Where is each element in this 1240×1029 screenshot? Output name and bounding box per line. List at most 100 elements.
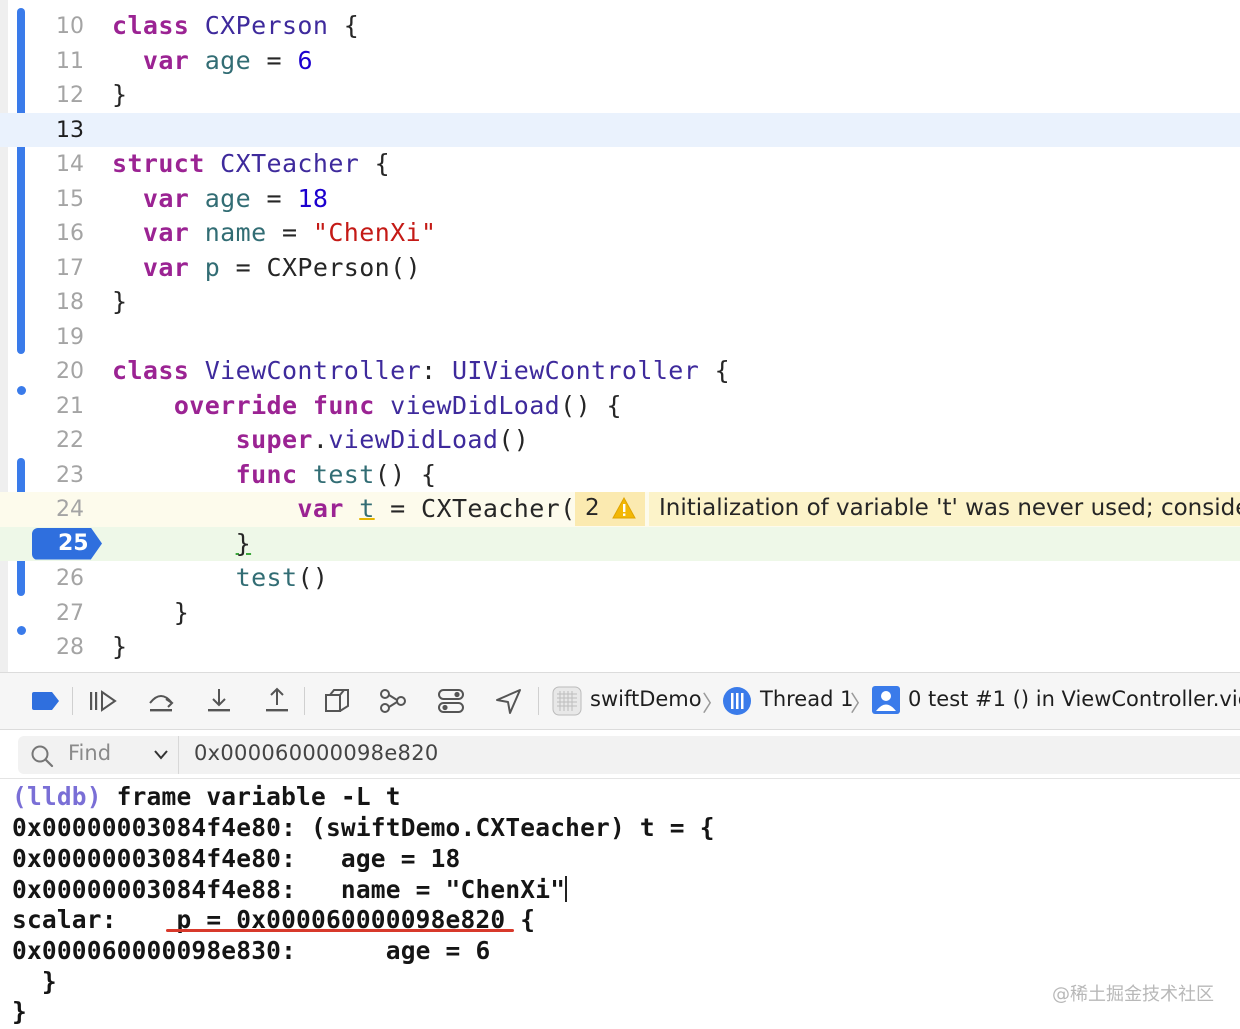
code-line[interactable]: 21 override func viewDidLoad() { [0,389,1240,424]
line-number: 27 [56,600,84,626]
breadcrumb-frame[interactable]: 0 test #1 () in ViewController.view [908,687,1240,711]
line-number: 14 [56,152,84,177]
toolbar-divider [538,687,539,715]
line-number: 24 [56,497,84,522]
breadcrumb-thread[interactable]: Thread 1 [760,687,853,711]
code-text: } [112,80,128,109]
line-number: 18 [56,290,84,315]
search-icon [31,745,54,768]
code-line[interactable]: 28 } [0,630,1240,665]
console-output-line: 0x00000003084f4e80: age = 18 [12,844,461,873]
annotation-underline [166,929,514,932]
line-number: 19 [56,324,84,350]
code-line[interactable]: 15 var age = 18 [0,182,1240,217]
toolbar-divider [304,687,305,715]
environment-overrides-icon[interactable] [436,687,466,715]
continue-icon[interactable] [88,687,118,715]
find-input-value[interactable]: 0x000060000098e820 [194,741,439,765]
console-output-line: 0x00000003084f4e80: (swiftDemo.CXTeacher… [12,813,715,842]
line-number: 10 [56,14,84,39]
simulate-location-icon[interactable] [494,687,524,715]
code-text: override func viewDidLoad() { [173,390,622,420]
chevron-right-icon: 〉 [702,692,725,717]
code-text: } [112,632,128,661]
code-text: func test() { [235,459,437,489]
console-output-text: 0x00000003084f4e88: name = "ChenXi" [12,875,566,904]
code-line[interactable]: 19 [0,320,1240,355]
line-number: 20 [56,359,84,384]
console-command-line: (lldb) frame variable -L t [12,782,401,811]
line-number: 13 [56,117,84,143]
instruction-pointer[interactable]: 25 [32,527,102,560]
line-number: 16 [56,221,84,246]
watermark: @稀土掘金技术社区 [1052,984,1214,1005]
debug-toolbar: swiftDemo 〉 Thread 1 〉 0 test #1 () in V… [0,672,1240,730]
code-line[interactable]: 26 test() [0,561,1240,596]
console-output-line: 0x00000003084f4e88: name = "ChenXi" [12,875,568,904]
console-output-line: } [12,967,57,996]
code-text: } [112,597,190,627]
lldb-prompt: (lldb) [12,782,102,811]
view-hierarchy-icon[interactable] [322,687,352,715]
line-number: 23 [56,462,84,488]
console-filter-bar: Find 0x000060000098e820 [0,730,1240,779]
warning-message[interactable]: Initialization of variable 't' was never… [649,492,1240,526]
program-counter-line[interactable]: 25 } [0,526,1240,561]
console-command: frame variable -L t [101,782,401,811]
warning-icon [612,497,636,519]
line-number: 28 [56,635,84,660]
code-text: super.viewDidLoad() [235,425,530,454]
line-number: 22 [56,428,84,453]
warning-text: Initialization of variable 't' was never… [659,495,1240,521]
find-divider [178,736,179,774]
code-text: var p = CXPerson() [142,252,422,282]
line-number: 26 [56,566,84,591]
breakpoints-toggle-icon[interactable] [30,691,60,711]
code-line[interactable]: 10 class CXPerson { [0,9,1240,44]
line-number: 11 [56,48,84,74]
code-text: var t = CXTeacher() [297,494,592,523]
code-line[interactable]: 23 func test() { [0,458,1240,493]
text-caret [565,876,568,902]
code-text: } [112,287,128,316]
code-line[interactable]: 22 super.viewDidLoad() [0,423,1240,458]
code-line[interactable]: 18 } [0,285,1240,320]
step-out-icon[interactable] [262,687,292,715]
line-number: 21 [56,393,84,419]
console-output-line: 0x000060000098e830: age = 6 [12,936,491,965]
current-line[interactable]: 13 [0,112,1240,147]
code-line[interactable]: 17 var p = CXPerson() [0,251,1240,286]
warning-line[interactable]: 24 var t = CXTeacher() 2 Initialization … [0,492,1240,527]
code-line[interactable]: 11 var age = 6 [0,44,1240,79]
breadcrumb-target[interactable]: swiftDemo [590,687,702,711]
code-text: var age = 6 [142,45,313,75]
line-number: 15 [56,186,84,212]
code-text: test() [235,563,329,592]
code-text: var name = "ChenXi" [142,218,437,247]
line-number: 12 [56,83,84,108]
line-number: 17 [56,255,84,281]
step-over-icon[interactable] [146,687,176,715]
step-into-icon[interactable] [204,687,234,715]
code-line[interactable]: 27 } [0,596,1240,631]
warning-count: 2 [585,495,600,521]
code-line[interactable]: 16 var name = "ChenXi" [0,216,1240,251]
toolbar-divider [72,687,73,715]
app-target-icon [552,686,582,716]
code-line[interactable]: 12 } [0,78,1240,113]
warning-count-badge[interactable]: 2 [575,492,645,526]
console-output-line: } [12,997,27,1026]
chevron-down-icon[interactable] [154,750,168,760]
code-text: var age = 18 [142,183,329,213]
code-line[interactable]: 20 class ViewController: UIViewControlle… [0,354,1240,389]
code-text: } [235,528,252,558]
chevron-right-icon: 〉 [850,692,873,717]
line-number: 25 [58,530,89,556]
code-text: class CXPerson { [112,11,360,40]
code-text: struct CXTeacher { [112,149,391,178]
code-line[interactable]: 14 struct CXTeacher { [0,147,1240,182]
code-text: class ViewController: UIViewController { [112,356,731,385]
memory-graph-icon[interactable] [378,687,408,715]
find-label: Find [68,741,112,765]
source-editor[interactable]: 10 class CXPerson { 11 var age = 6 12 } … [0,0,1240,672]
